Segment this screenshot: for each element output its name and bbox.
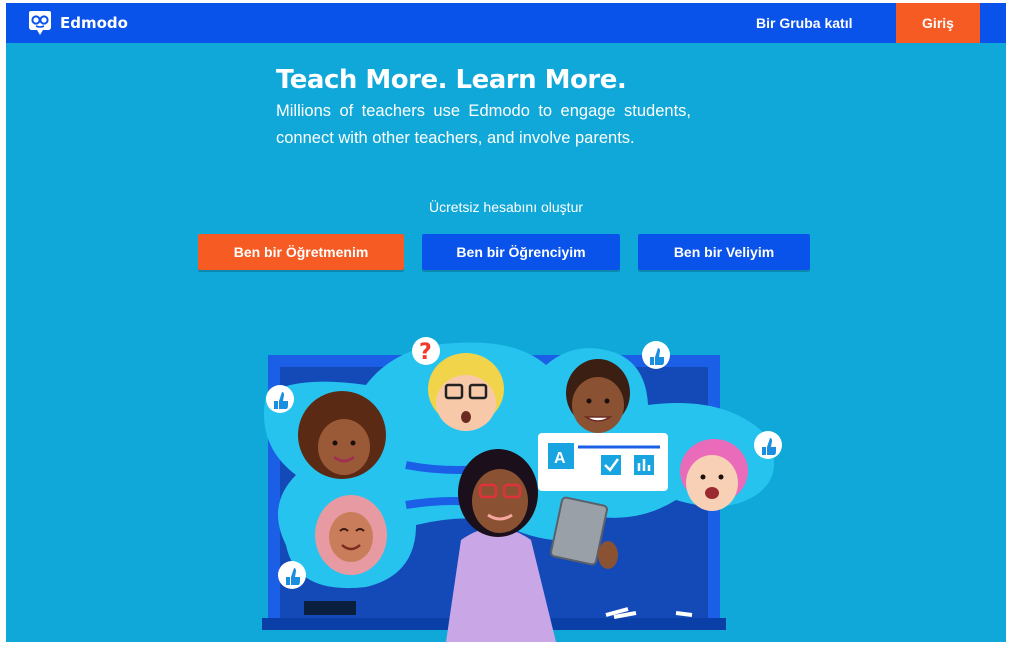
login-button[interactable]: Giriş xyxy=(896,3,980,43)
student-avatar-curly-hair xyxy=(298,391,386,479)
question-icon: ? xyxy=(412,337,440,365)
thumbs-up-icon xyxy=(642,341,670,369)
student-avatar-hijab xyxy=(315,495,387,575)
checkbox-icon xyxy=(601,455,621,475)
hero-illustration: A ? xyxy=(262,337,782,642)
hero-description: Millions of teachers use Edmodo to engag… xyxy=(276,102,691,147)
join-group-link[interactable]: Bir Gruba katıl xyxy=(756,3,852,43)
page: Edmodo Bir Gruba katıl Giriş Teach More.… xyxy=(6,3,1006,642)
chart-card: A xyxy=(538,433,668,491)
teacher-signup-button[interactable]: Ben bir Öğretmenim xyxy=(198,234,404,270)
signup-caption: Ücretsiz hesabını oluştur xyxy=(428,199,584,215)
top-navigation-bar: Edmodo Bir Gruba katıl Giriş xyxy=(6,3,1006,43)
question-mark: ? xyxy=(419,340,432,365)
hero-title: Teach More. Learn More. xyxy=(276,65,627,95)
thumbs-up-icon xyxy=(278,561,306,589)
brand-link[interactable]: Edmodo xyxy=(26,9,128,37)
student-signup-button[interactable]: Ben bir Öğrenciyim xyxy=(422,234,620,270)
thumbs-up-icon xyxy=(754,431,782,459)
brand-name: Edmodo xyxy=(60,14,128,32)
parent-signup-button[interactable]: Ben bir Veliyim xyxy=(638,234,810,270)
board-letter: A xyxy=(554,450,566,467)
thumbs-up-icon xyxy=(266,385,294,413)
edmodo-logo-icon xyxy=(29,11,51,35)
